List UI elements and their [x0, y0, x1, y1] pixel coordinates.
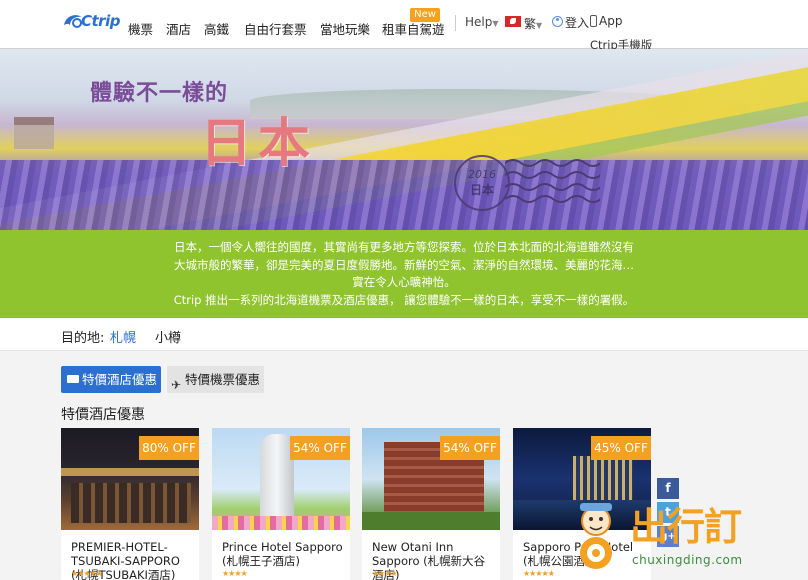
- tab-flight-deals[interactable]: ✈ 特價機票優惠: [167, 366, 264, 393]
- postmark-stamp: 2016 日本: [454, 155, 510, 211]
- discount-badge: 54% OFF: [290, 436, 350, 460]
- stamp-year: 2016: [468, 168, 496, 181]
- discount-badge: 54% OFF: [440, 436, 500, 460]
- app-link[interactable]: App: [599, 14, 622, 28]
- tab-hotel-label: 特價酒店優惠: [82, 372, 158, 387]
- nav-rail[interactable]: 高鐵: [204, 19, 229, 38]
- user-icon[interactable]: [552, 16, 563, 27]
- ctrip-logo[interactable]: Ctrip: [62, 10, 122, 32]
- star-rating: ★★★★★: [523, 569, 555, 578]
- new-badge: New: [410, 8, 440, 22]
- watermark-text: 出行訂: [630, 505, 742, 549]
- postmark-waves-icon: [505, 159, 600, 203]
- destination-label: 目的地:: [61, 331, 105, 346]
- farmhouse-image: [14, 117, 54, 149]
- intro-line: 大城市般的繁華，卻是完美的夏日度假勝地。新鮮的空氣、潔淨的自然環境、美麗的花海…: [174, 257, 634, 272]
- airplane-icon: ✈: [171, 378, 182, 392]
- language-label: 繁: [524, 17, 537, 31]
- hero-banner: 體驗不一樣的 日本 2016 日本: [0, 49, 808, 230]
- logo-text: Ctrip: [81, 12, 120, 30]
- bed-icon: [67, 375, 79, 383]
- hotel-name[interactable]: Prince Hotel Sapporo (札幌王子酒店): [222, 540, 346, 568]
- intro-line: Ctrip 推出一系列的北海道機票及酒店優惠， 讓您體驗不一樣的日本，享受不一樣…: [173, 292, 635, 307]
- chevron-down-icon: ▼: [492, 19, 499, 28]
- nav-local-activities[interactable]: 當地玩樂: [320, 19, 370, 38]
- help-menu[interactable]: Help▼: [465, 15, 499, 29]
- destination-filter: 目的地: 札幌 小樽: [0, 318, 808, 351]
- hotel-card[interactable]: 80% OFF PREMIER-HOTEL-TSUBAKI-SAPPORO (札…: [61, 428, 199, 580]
- discount-badge: 45% OFF: [591, 436, 651, 460]
- nav-packages[interactable]: 自由行套票: [244, 19, 307, 38]
- destination-option-sapporo[interactable]: 札幌: [110, 327, 136, 346]
- hong-kong-flag-icon[interactable]: [505, 16, 521, 27]
- tab-flight-label: 特價機票優惠: [185, 372, 261, 387]
- chevron-down-icon: ▼: [536, 21, 543, 30]
- banner-headline: 日本: [200, 113, 317, 174]
- discount-badge: 80% OFF: [139, 436, 199, 460]
- language-selector[interactable]: 繁▼: [524, 15, 542, 32]
- nav-hotels[interactable]: 酒店: [166, 19, 191, 38]
- tab-hotel-deals[interactable]: 特價酒店優惠: [61, 366, 161, 393]
- nav-flights[interactable]: 機票: [128, 19, 153, 38]
- stamp-text: 日本: [469, 183, 494, 197]
- login-link[interactable]: 登入: [565, 14, 589, 31]
- hotel-card[interactable]: 54% OFF New Otani Inn Sapporo (札幌新大谷酒店) …: [362, 428, 500, 580]
- destination-option-otaru[interactable]: 小樽: [155, 327, 181, 346]
- intro-line: 日本，一個令人嚮往的國度，其實尚有更多地方等您探索。位於日本北面的北海道雖然沒有: [174, 240, 634, 254]
- watermark-url: chuxingding.com: [632, 553, 743, 567]
- intro-line: 實在令人心曠神怡。: [352, 275, 456, 289]
- mascot-logo-icon: [580, 503, 612, 569]
- phone-icon[interactable]: [590, 15, 597, 27]
- section-title: 特價酒店優惠: [61, 407, 145, 423]
- star-rating: ★★★★: [222, 569, 248, 578]
- help-label: Help: [465, 15, 493, 29]
- intro-band: 日本，一個令人嚮往的國度，其實尚有更多地方等您探索。位於日本北面的北海道雖然沒有…: [0, 230, 808, 318]
- star-rating: ★★★★★: [71, 569, 103, 578]
- top-nav-bar: Ctrip 機票 酒店 高鐵 自由行套票 當地玩樂 租車自駕遊 New Help…: [0, 0, 808, 52]
- star-rating: ★★★★: [372, 569, 398, 578]
- hotel-card[interactable]: 54% OFF Prince Hotel Sapporo (札幌王子酒店) ★★…: [212, 428, 350, 580]
- nav-divider: [455, 15, 456, 31]
